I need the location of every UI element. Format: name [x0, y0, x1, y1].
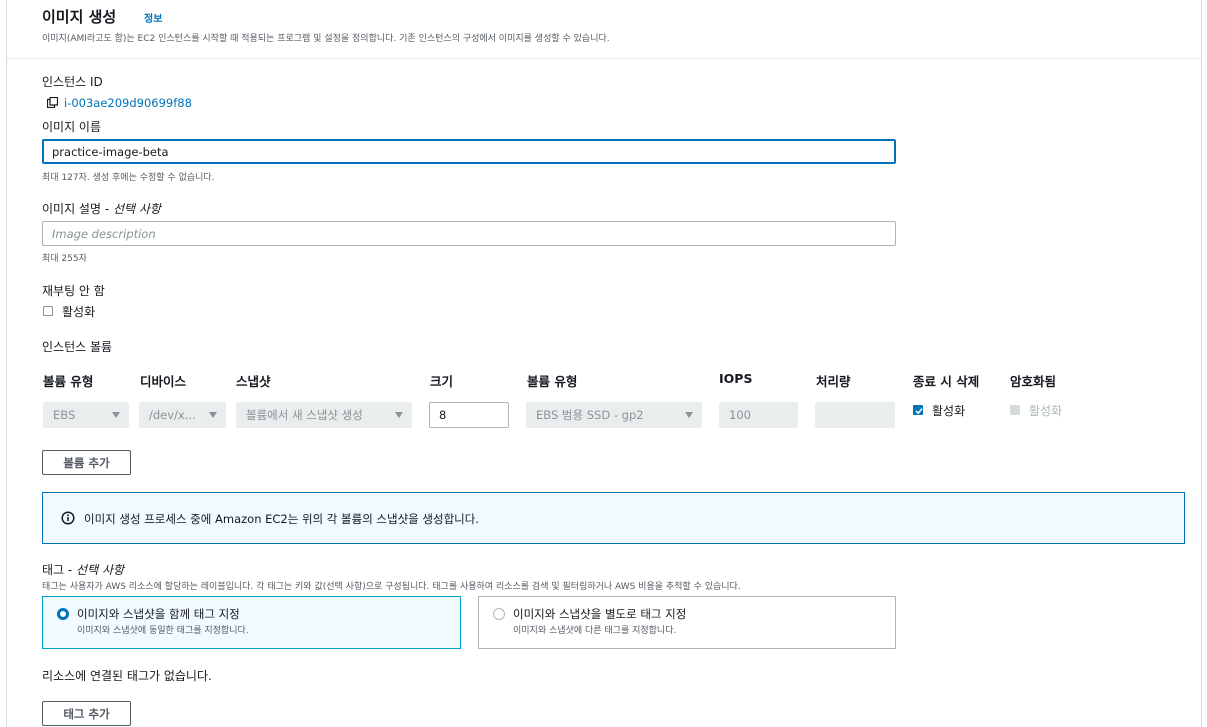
snapshot-value: 볼륨에서 새 스냅샷 생성	[246, 408, 363, 422]
add-tag-button[interactable]: 태그 추가	[42, 701, 131, 726]
tags-description: 태그는 사용자가 AWS 리소스에 할당하는 레이블입니다. 각 태그는 키와 …	[42, 582, 741, 592]
ebs-volume-type-value: EBS 범용 SSD - gp2	[536, 408, 644, 422]
page-title: 이미지 생성	[42, 8, 117, 26]
col-delete-on-termination: 종료 시 삭제	[913, 374, 980, 389]
col-size: 크기	[430, 374, 454, 389]
radio-unselected-icon[interactable]	[493, 608, 505, 620]
no-reboot-checkbox[interactable]	[43, 306, 53, 316]
no-reboot-label: 재부팅 안 함	[42, 284, 105, 298]
checkmark-icon	[915, 408, 923, 415]
image-description-input[interactable]: Image description	[42, 221, 896, 246]
volume-type-select: EBS	[43, 402, 129, 428]
tag-option-title: 이미지와 스냅샷을 별도로 태그 지정	[513, 607, 687, 621]
no-reboot-checkbox-label[interactable]: 활성화	[62, 303, 95, 320]
snapshot-select: 볼륨에서 새 스냅샷 생성	[236, 402, 412, 428]
col-encrypted: 암호화됨	[1010, 374, 1057, 389]
delete-on-termination-checkbox[interactable]	[913, 405, 923, 415]
tag-option-title: 이미지와 스냅샷을 함께 태그 지정	[77, 607, 240, 621]
image-name-input[interactable]: practice-image-beta	[42, 139, 896, 164]
image-description-hint: 최대 255자	[42, 254, 87, 264]
chevron-down-icon	[685, 412, 693, 418]
alert-text: 이미지 생성 프로세스 중에 Amazon EC2는 위의 각 볼륨의 스냅샷을…	[84, 512, 479, 526]
copy-icon[interactable]	[47, 97, 58, 108]
tags-label: 태그 - 선택 사항	[42, 561, 124, 578]
col-volume-type: 볼륨 유형	[43, 374, 94, 389]
image-description-placeholder: Image description	[52, 226, 156, 241]
optional-tag: 선택 사항	[112, 202, 161, 216]
tag-option-desc: 이미지와 스냅샷에 다른 태그를 지정합니다.	[513, 626, 677, 636]
ebs-volume-type-select: EBS 범용 SSD - gp2	[526, 402, 702, 428]
instance-id-label: 인스턴스 ID	[42, 75, 103, 89]
image-name-label: 이미지 이름	[42, 120, 102, 134]
optional-tag: 선택 사항	[76, 563, 125, 577]
add-volume-button[interactable]: 볼륨 추가	[42, 450, 131, 475]
col-device: 디바이스	[140, 374, 187, 389]
volume-size-value: 8	[439, 408, 447, 422]
instance-volumes-label: 인스턴스 볼륨	[42, 340, 113, 354]
encrypted-label: 활성화	[1029, 404, 1063, 418]
instance-id-value[interactable]: i-003ae209d90699f88	[64, 96, 192, 110]
create-image-page: 이미지 생성 정보 이미지(AMI라고도 함)는 EC2 인스턴스를 시작할 때…	[0, 0, 1207, 727]
radio-selected-icon[interactable]	[57, 608, 69, 620]
chevron-down-icon	[209, 412, 217, 418]
info-link[interactable]: 정보	[144, 10, 162, 25]
iops-value: 100	[729, 408, 751, 422]
info-icon	[61, 511, 75, 525]
tag-option-together[interactable]: 이미지와 스냅샷을 함께 태그 지정 이미지와 스냅샷에 동일한 태그를 지정합…	[42, 596, 461, 649]
right-border	[1201, 0, 1202, 727]
image-name-hint: 최대 127자. 생성 후에는 수정할 수 없습니다.	[42, 173, 215, 183]
page-header: 이미지 생성 정보 이미지(AMI라고도 함)는 EC2 인스턴스를 시작할 때…	[7, 0, 1201, 59]
left-border	[6, 0, 7, 727]
encrypted-checkbox	[1010, 405, 1020, 415]
delete-on-termination-label[interactable]: 활성화	[932, 402, 965, 419]
device-select: /dev/x...	[139, 402, 226, 428]
col-iops: IOPS	[719, 371, 753, 386]
iops-input: 100	[719, 402, 798, 428]
col-snapshot: 스냅샷	[236, 374, 271, 389]
chevron-down-icon	[112, 412, 120, 418]
tags-label-text: 태그 -	[42, 563, 77, 577]
tag-option-desc: 이미지와 스냅샷에 동일한 태그를 지정합니다.	[77, 626, 249, 636]
page-description: 이미지(AMI라고도 함)는 EC2 인스턴스를 시작할 때 적용되는 프로그램…	[42, 34, 610, 44]
col-throughput: 처리량	[816, 374, 851, 389]
col-ebs-volume-type: 볼륨 유형	[527, 374, 578, 389]
image-name-value: practice-image-beta	[52, 144, 169, 159]
chevron-down-icon	[395, 412, 403, 418]
volume-size-input[interactable]: 8	[429, 402, 509, 428]
tag-option-separate[interactable]: 이미지와 스냅샷을 별도로 태그 지정 이미지와 스냅샷에 다른 태그를 지정합…	[478, 596, 896, 649]
device-value: /dev/x...	[149, 408, 196, 422]
volume-type-value: EBS	[53, 408, 76, 422]
throughput-input	[815, 402, 895, 428]
image-description-label: 이미지 설명 - 선택 사항	[42, 200, 161, 217]
image-description-label-text: 이미지 설명 -	[42, 202, 113, 216]
info-alert: 이미지 생성 프로세스 중에 Amazon EC2는 위의 각 볼륨의 스냅샷을…	[42, 492, 1185, 544]
no-tags-text: 리소스에 연결된 태그가 없습니다.	[42, 669, 212, 683]
